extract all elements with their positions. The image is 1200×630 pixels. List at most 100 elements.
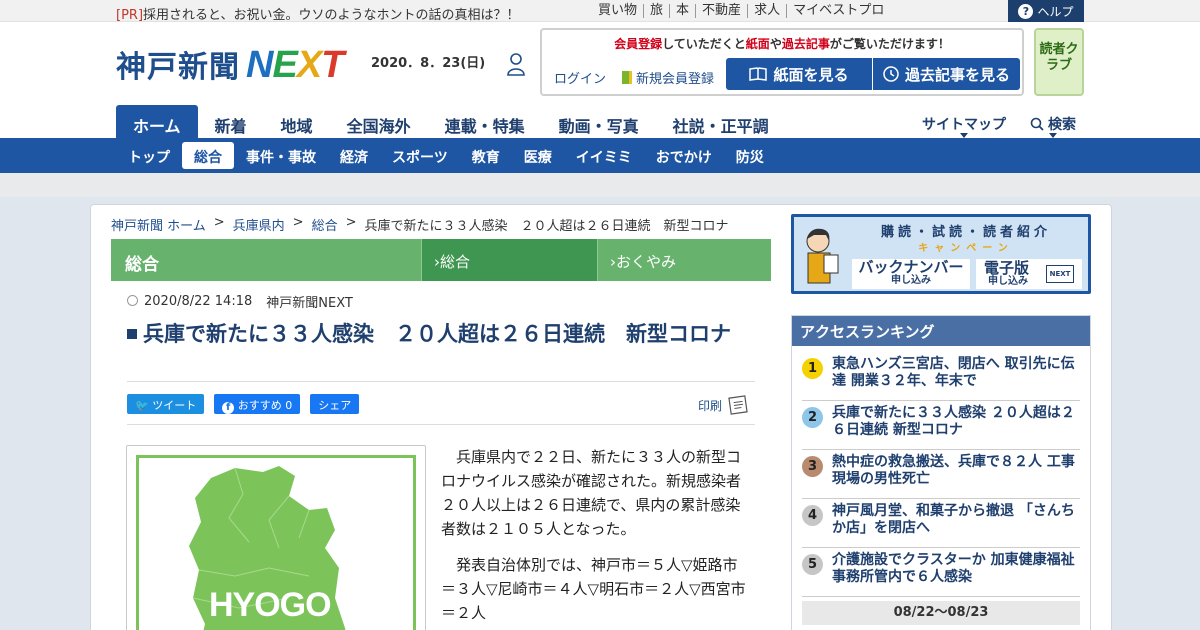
chevron-right-icon: > [292, 215, 304, 230]
link-books[interactable]: 本 [670, 4, 697, 18]
tab-obituaries[interactable]: ›おくやみ [597, 239, 771, 281]
sitemap-menu[interactable]: サイトマップ [922, 114, 1006, 138]
article-paragraph: 兵庫県内で２２日、新たに３３人の新型コロナウイルス感染が確認された。新規感染者２… [441, 448, 742, 538]
main-nav: ホーム 新着 地域 全国海外 連載・特集 動画・写真 社説・正平調 [116, 105, 786, 138]
print-button[interactable]: 印刷 [698, 395, 750, 415]
ranking-item[interactable]: 2 兵庫で新たに３３人感染 ２０人超は２６日連続 新型コロナ [802, 401, 1080, 450]
tab-general[interactable]: ›総合 [421, 239, 597, 281]
book-icon [749, 67, 768, 81]
category-title: 総合 [111, 239, 421, 281]
square-bullet-icon [127, 329, 137, 339]
reader-club-button[interactable]: 読者クラブ [1034, 28, 1084, 96]
backnumber-button[interactable]: バックナンバー 申し込み [852, 259, 970, 289]
ranking-period: 08/22～08/23 [802, 601, 1080, 625]
nav-editorial[interactable]: 社説・正平調 [656, 105, 786, 138]
nav-national[interactable]: 全国海外 [330, 105, 428, 138]
subnav-medical[interactable]: 医療 [512, 142, 564, 169]
ranking-item[interactable]: 3 熱中症の救急搬送、兵庫で８２人 工事現場の男性死亡 [802, 450, 1080, 499]
subnav-disaster[interactable]: 防災 [724, 142, 776, 169]
banner-campaign: キャンペーン [918, 243, 1014, 254]
search-menu[interactable]: 検索 [1030, 114, 1076, 138]
subnav-general[interactable]: 総合 [182, 142, 234, 169]
divider [127, 424, 755, 425]
subnav-sports[interactable]: スポーツ [380, 142, 460, 169]
current-date: 2020．8．23(日) [371, 56, 486, 71]
nav-series[interactable]: 連載・特集 [428, 105, 542, 138]
help-button[interactable]: ? ヘルプ [1008, 0, 1084, 22]
ranking-item[interactable]: 4 神戸風月堂、和菓子から撤退 「さんちか店」を閉店へ [802, 499, 1080, 548]
print-icon [728, 395, 748, 415]
facebook-icon: f [222, 402, 235, 414]
article-paragraph: 発表自治体別では、神戸市＝５人▽姫路市＝３人▽尼崎市＝４人▽明石市＝２人▽西宮市… [441, 556, 746, 622]
nav-video[interactable]: 動画・写真 [542, 105, 656, 138]
breadcrumb-general[interactable]: 総合 [312, 215, 338, 234]
view-archive-button[interactable]: 過去記事を見る [873, 58, 1020, 90]
link-shopping[interactable]: 買い物 [592, 4, 645, 18]
service-links: 買い物 旅 本 不動産 求人 マイベストプロ [592, 4, 890, 18]
clock-icon [127, 295, 138, 306]
link-travel[interactable]: 旅 [644, 4, 671, 18]
facebook-share-button[interactable]: シェア [310, 394, 360, 414]
link-mybestpro[interactable]: マイベストプロ [787, 4, 890, 18]
rank-badge: 1 [802, 358, 823, 379]
rank-badge: 5 [802, 554, 823, 575]
nav-new[interactable]: 新着 [198, 105, 264, 138]
view-paper-button[interactable]: 紙面を見る [726, 58, 872, 90]
question-icon: ? [1018, 3, 1034, 19]
access-ranking: アクセスランキング 1 東急ハンズ三宮店、閉店へ 取引先に伝達 開業３２年、年末で… [791, 315, 1091, 630]
beginner-mark-icon [622, 71, 632, 84]
breadcrumb-home[interactable]: 神戸新聞 ホーム [111, 215, 206, 234]
divider [127, 381, 755, 382]
category-bar: 総合 ›総合 ›おくやみ [111, 239, 771, 281]
register-link[interactable]: 新規会員登録 [622, 68, 714, 87]
article-image[interactable]: HYOGO [126, 445, 426, 630]
content-panel: 神戸新聞 ホーム > 兵庫県内 > 総合 > 兵庫で新たに３３人感染 ２０人超は… [90, 204, 1112, 630]
pr-tag: [PR] [116, 8, 144, 23]
right-nav: サイトマップ 検索 [922, 114, 1076, 138]
hyogo-map-image: HYOGO [136, 455, 416, 630]
article-source: 神戸新聞NEXT [266, 296, 353, 311]
article-meta: 2020/8/22 14:18 神戸新聞NEXT [127, 292, 353, 311]
chevron-right-icon: > [213, 215, 225, 230]
subnav-iimimi[interactable]: イイミミ [564, 142, 644, 169]
link-jobs[interactable]: 求人 [748, 4, 788, 18]
breadcrumb-hyogo[interactable]: 兵庫県内 [233, 215, 285, 234]
twitter-bird-icon: 🐦 [135, 399, 149, 412]
chevron-right-icon: > [345, 215, 357, 230]
social-buttons: 🐦 ツイート f おすすめ 0 シェア [127, 394, 360, 414]
ranking-item[interactable]: 5 介護施設でクラスターか 加東健康福祉事務所管内で６人感染 [802, 548, 1080, 597]
subscription-campaign-banner[interactable]: 購読・試読・読者紹介 キャンペーン バックナンバー 申し込み 電子版 申し込み … [791, 214, 1091, 294]
breadcrumb: 神戸新聞 ホーム > 兵庫県内 > 総合 > 兵庫で新たに３３人感染 ２０人超は… [111, 215, 729, 234]
member-box: 会員登録していただくと紙面や過去記事がご覧いただけます！ ログイン 新規会員登録… [540, 28, 1024, 96]
pr-link[interactable]: [PR]採用されると、お祝い金。ウソのようなホントの話の真相は？！ [116, 4, 520, 23]
digital-edition-button[interactable]: 電子版 申し込み NEXT [976, 259, 1082, 289]
site-logo[interactable]: 神戸新聞 NEXT [116, 42, 344, 87]
logo-next: NEXT [246, 44, 344, 86]
divider-stripe [0, 173, 1200, 197]
breadcrumb-current: 兵庫で新たに３３人感染 ２０人超は２６日連続 新型コロナ [364, 219, 729, 234]
banner-title: 購読・試読・読者紹介 [880, 225, 1051, 240]
login-link[interactable]: ログイン [554, 68, 606, 87]
rank-badge: 4 [802, 505, 823, 526]
rank-badge: 3 [802, 456, 823, 477]
site-header: 神戸新聞 NEXT 2020．8．23(日) 会員登録していただくと紙面や過去記… [0, 22, 1200, 138]
member-message: 会員登録していただくと紙面や過去記事がご覧いただけます！ [614, 37, 950, 51]
subnav-education[interactable]: 教育 [460, 142, 512, 169]
subnav-economy[interactable]: 経済 [328, 142, 380, 169]
pr-text: 採用されると、お祝い金。ウソのようなホントの話の真相は？！ [143, 8, 520, 23]
logo-kobe: 神戸新聞 [116, 50, 240, 85]
subnav-incidents[interactable]: 事件・事故 [234, 142, 328, 169]
ranking-item[interactable]: 1 東急ハンズ三宮店、閉店へ 取引先に伝達 開業３２年、年末で [802, 352, 1080, 401]
reader-illustration-icon [806, 228, 839, 284]
link-realestate[interactable]: 不動産 [696, 4, 749, 18]
user-icon[interactable] [506, 52, 526, 76]
nav-home[interactable]: ホーム [116, 105, 198, 138]
facebook-like-button[interactable]: f おすすめ 0 [214, 394, 301, 414]
next-logo-icon: NEXT [1046, 265, 1074, 283]
tweet-button[interactable]: 🐦 ツイート [127, 394, 205, 414]
nav-region[interactable]: 地域 [264, 105, 330, 138]
subnav-outing[interactable]: おでかけ [644, 142, 724, 169]
article-datetime: 2020/8/22 14:18 [127, 294, 252, 309]
article-body: 兵庫県内で２２日、新たに３３人の新型コロナウイルス感染が確認された。新規感染者２… [441, 445, 751, 630]
subnav-top[interactable]: トップ [116, 142, 182, 169]
